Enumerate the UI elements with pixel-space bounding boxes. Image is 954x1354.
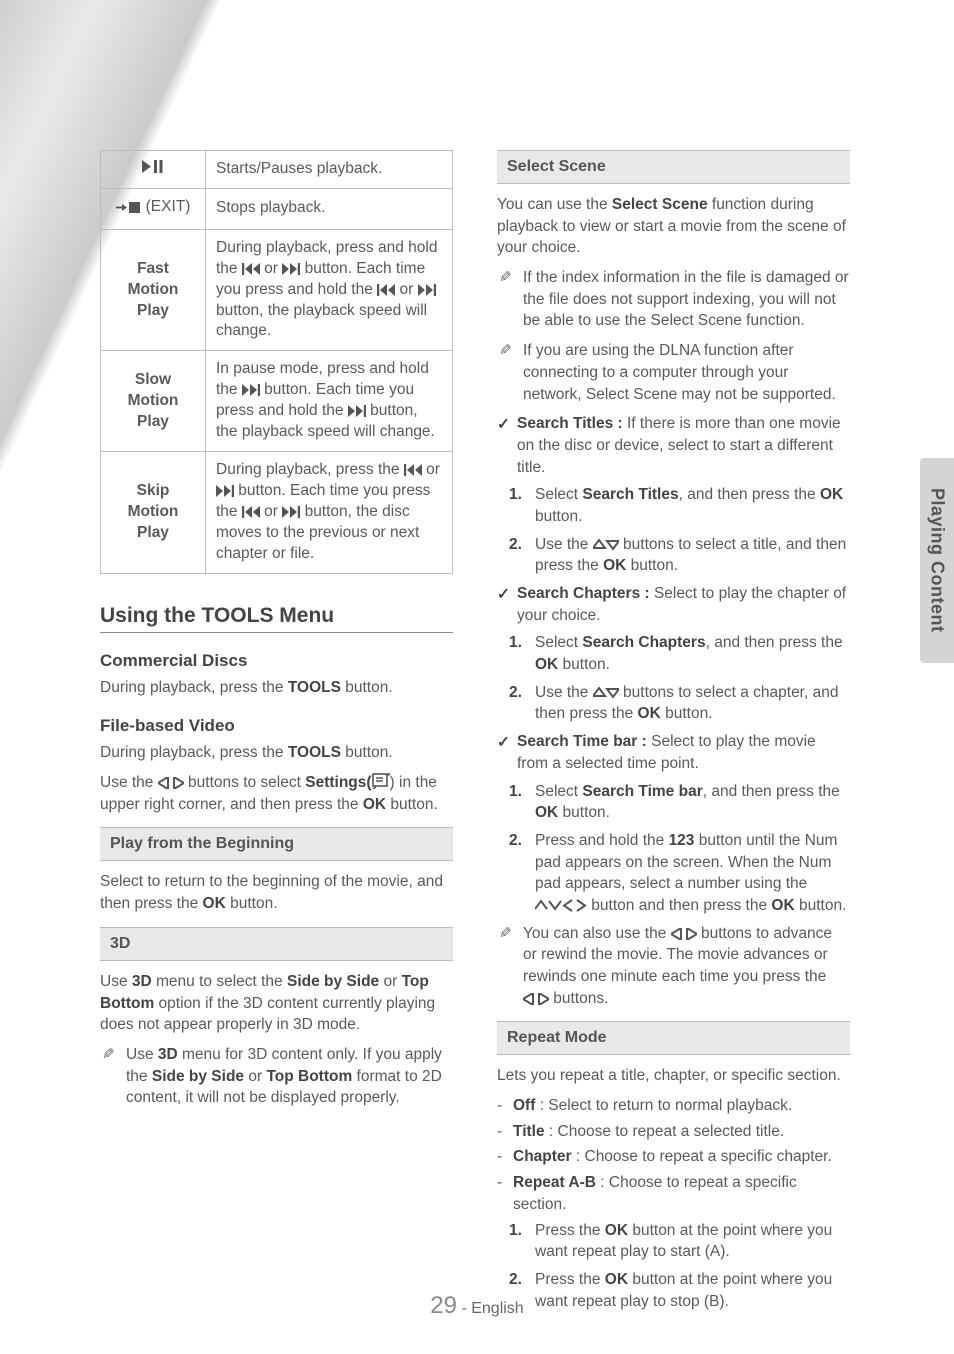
step-item: 1.Press the OK button at the point where… <box>535 1220 850 1263</box>
right-column: Select Scene You can use the Select Scen… <box>497 150 850 1318</box>
table-row: (EXIT)Stops playback. <box>101 188 453 229</box>
table-label-cell <box>101 151 206 189</box>
content-area: Starts/Pauses playback. (EXIT)Stops play… <box>100 150 850 1318</box>
table-row: SlowMotionPlayIn pause mode, press and h… <box>101 351 453 452</box>
page-footer: 29 - English <box>0 1292 954 1320</box>
filebased-p1: During playback, press the TOOLS button. <box>100 742 453 764</box>
table-label-cell: SlowMotionPlay <box>101 351 206 452</box>
table-row: SkipMotionPlayDuring playback, press the… <box>101 452 453 574</box>
table-label-cell: FastMotionPlay <box>101 229 206 351</box>
select-scene-notes: If the index information in the file is … <box>497 267 850 405</box>
3d-text: Use 3D menu to select the Side by Side o… <box>100 971 453 1036</box>
filebased-heading: File-based Video <box>100 716 453 736</box>
up-down-icon <box>593 686 619 699</box>
search-titles-lead: ✓ Search Titles : If there is more than … <box>497 413 850 478</box>
search-time-note: You can also use the buttons to advance … <box>497 923 850 1010</box>
skip-prev-icon <box>377 284 395 296</box>
controls-table: Starts/Pauses playback. (EXIT)Stops play… <box>100 150 453 574</box>
skip-prev-icon <box>242 506 260 518</box>
repeat-intro: Lets you repeat a title, chapter, or spe… <box>497 1065 850 1087</box>
check-icon: ✓ <box>497 414 510 436</box>
select-scene-note-2: If you are using the DLNA function after… <box>497 340 850 405</box>
search-time-lead-text: Search Time bar : Select to play the mov… <box>517 733 816 772</box>
controls-table-body: Starts/Pauses playback. (EXIT)Stops play… <box>101 151 453 574</box>
left-right-icon <box>158 777 184 789</box>
commercial-heading: Commercial Discs <box>100 651 453 671</box>
table-desc-cell: During playback, press the or button. Ea… <box>206 452 453 574</box>
search-time-lead: ✓ Search Time bar : Select to play the m… <box>497 731 850 774</box>
step-item: 1.Select Search Chapters, and then press… <box>535 632 850 675</box>
side-tab: Playing Content <box>920 458 954 663</box>
tools-heading: Using the TOOLS Menu <box>100 604 453 633</box>
filebased-p2: Use the buttons to select Settings() in … <box>100 772 453 815</box>
repeat-item: Off : Select to return to normal playbac… <box>497 1095 850 1117</box>
skip-next-icon <box>418 284 436 296</box>
search-titles-lead-text: Search Titles : If there is more than on… <box>517 415 841 475</box>
check-icon: ✓ <box>497 732 510 754</box>
step-item: 2.Use the buttons to select a chapter, a… <box>535 682 850 725</box>
table-label-cell: (EXIT) <box>101 188 206 229</box>
skip-next-icon <box>348 405 366 417</box>
skip-next-icon <box>282 506 300 518</box>
left-right-icon <box>671 928 697 940</box>
table-desc-cell: During playback, press and hold the or b… <box>206 229 453 351</box>
search-chapters-lead: ✓ Search Chapters : Select to play the c… <box>497 583 850 626</box>
play-pause-icon <box>142 160 164 173</box>
play-beginning-text: Select to return to the beginning of the… <box>100 871 453 914</box>
select-scene-box: Select Scene <box>497 150 850 184</box>
repeat-box: Repeat Mode <box>497 1021 850 1055</box>
3d-box: 3D <box>100 927 453 961</box>
3d-note: Use 3D menu for 3D content only. If you … <box>100 1044 453 1109</box>
table-row: Starts/Pauses playback. <box>101 151 453 189</box>
repeat-item: Repeat A-B : Choose to repeat a specific… <box>497 1172 850 1215</box>
search-time-note-item: You can also use the buttons to advance … <box>497 923 850 1010</box>
step-item: 1.Select Search Time bar, and then press… <box>535 781 850 824</box>
left-column: Starts/Pauses playback. (EXIT)Stops play… <box>100 150 453 1318</box>
step-item: 2.Use the buttons to select a title, and… <box>535 534 850 577</box>
up-down-left-right-icon <box>535 899 587 912</box>
up-down-icon <box>593 538 619 551</box>
search-time-steps: 1.Select Search Time bar, and then press… <box>497 781 850 917</box>
repeat-item: Title : Choose to repeat a selected titl… <box>497 1121 850 1143</box>
footer-lang: English <box>471 1300 523 1317</box>
footer-dash: - <box>461 1300 471 1317</box>
search-titles-steps: 1.Select Search Titles, and then press t… <box>497 484 850 577</box>
play-beginning-box: Play from the Beginning <box>100 827 453 861</box>
select-scene-note-1: If the index information in the file is … <box>497 267 850 332</box>
repeat-item: Chapter : Choose to repeat a specific ch… <box>497 1146 850 1168</box>
skip-prev-icon <box>404 464 422 476</box>
commercial-text: During playback, press the TOOLS button. <box>100 677 453 699</box>
3d-notes: Use 3D menu for 3D content only. If you … <box>100 1044 453 1109</box>
table-desc-cell: Starts/Pauses playback. <box>206 151 453 189</box>
search-chapters-steps: 1.Select Search Chapters, and then press… <box>497 632 850 725</box>
check-icon: ✓ <box>497 584 510 606</box>
table-row: FastMotionPlayDuring playback, press and… <box>101 229 453 351</box>
table-desc-cell: Stops playback. <box>206 188 453 229</box>
skip-next-icon <box>216 485 234 497</box>
settings-icon <box>372 773 390 789</box>
left-right-icon <box>523 993 549 1005</box>
side-tab-label: Playing Content <box>927 488 948 633</box>
step-item: 2.Press and hold the 123 button until th… <box>535 830 850 917</box>
stop-exit-icon <box>116 201 142 214</box>
search-chapters-lead-text: Search Chapters : Select to play the cha… <box>517 585 846 624</box>
repeat-items: Off : Select to return to normal playbac… <box>497 1095 850 1215</box>
table-desc-cell: In pause mode, press and hold the button… <box>206 351 453 452</box>
skip-next-icon <box>282 263 300 275</box>
skip-next-icon <box>242 384 260 396</box>
step-item: 1.Select Search Titles, and then press t… <box>535 484 850 527</box>
skip-prev-icon <box>242 263 260 275</box>
table-label-cell: SkipMotionPlay <box>101 452 206 574</box>
select-scene-intro: You can use the Select Scene function du… <box>497 194 850 259</box>
page-number: 29 <box>430 1292 457 1319</box>
